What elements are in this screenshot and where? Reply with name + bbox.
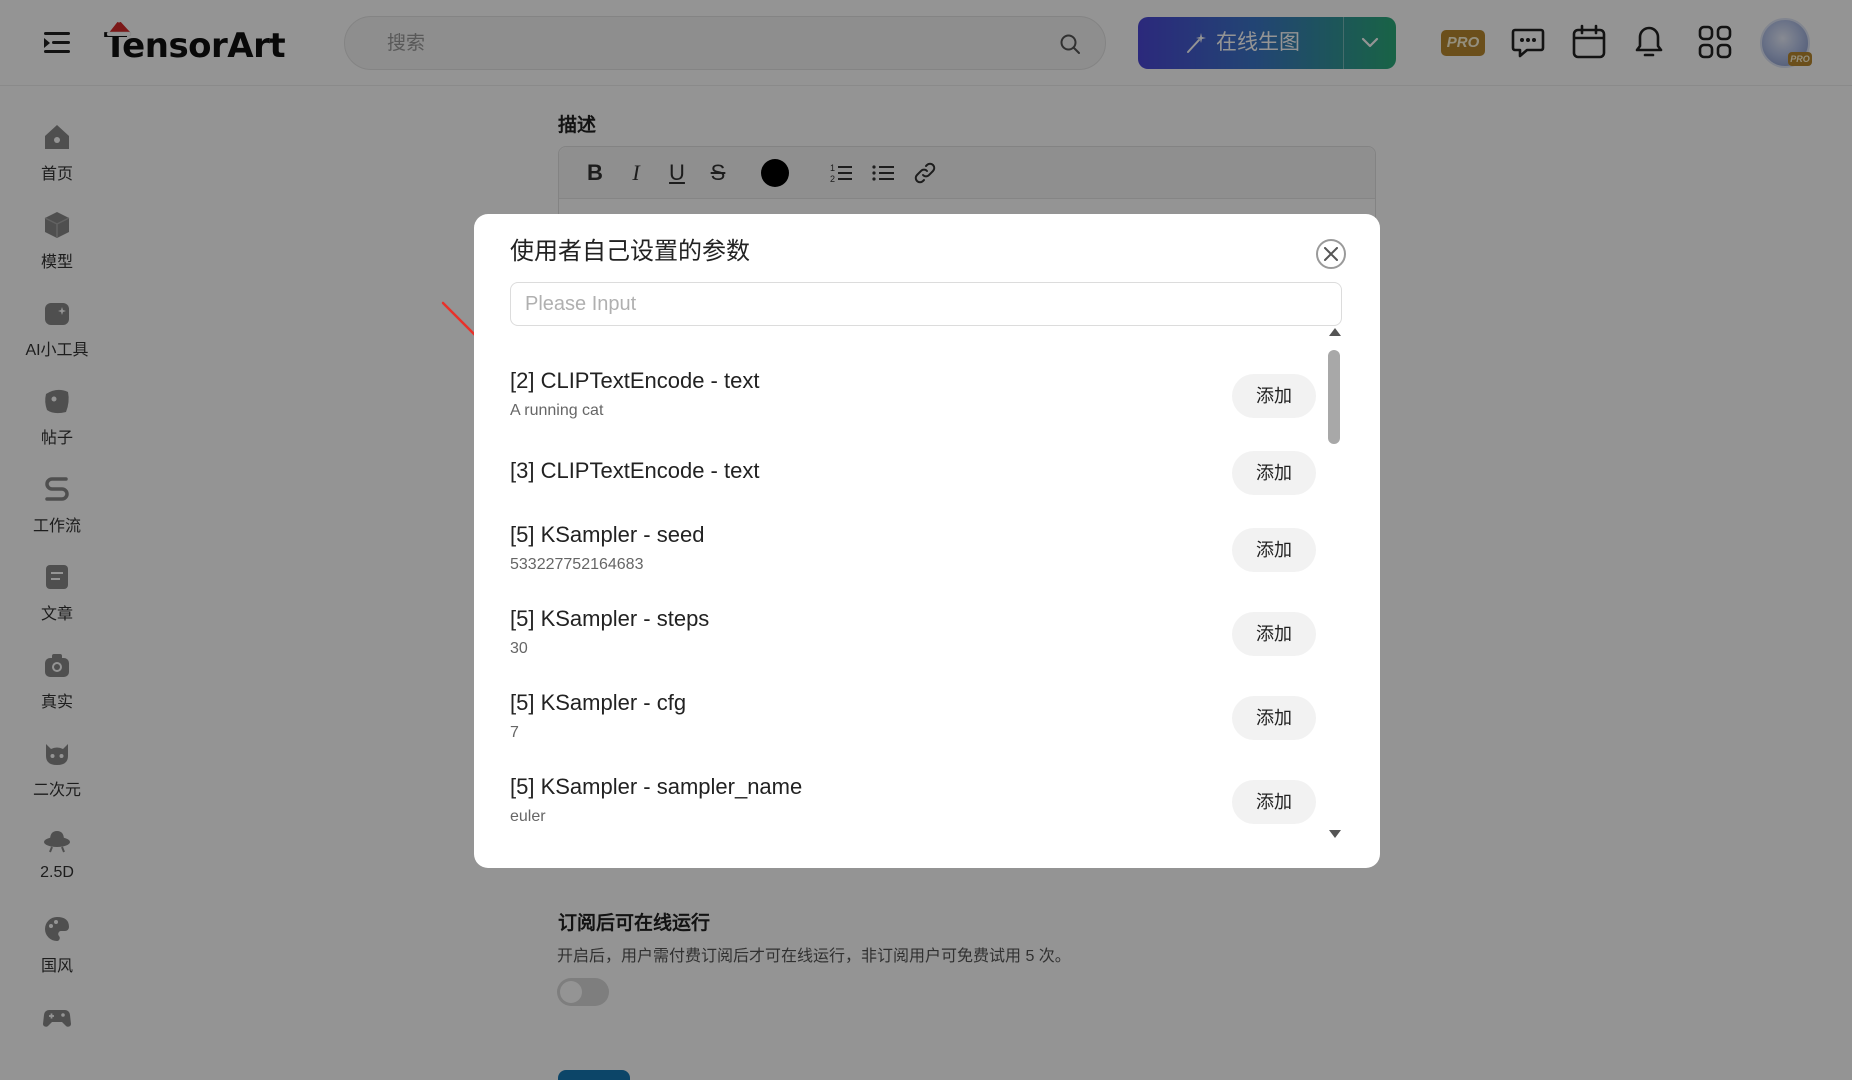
param-title: [5] KSampler - steps	[510, 606, 710, 631]
add-button[interactable]: 添加	[1232, 780, 1316, 824]
close-icon	[1324, 247, 1338, 261]
param-title: [5] KSampler - cfg	[510, 690, 687, 715]
param-value: euler	[510, 808, 546, 825]
close-button[interactable]	[1316, 239, 1346, 269]
add-button[interactable]: 添加	[1232, 612, 1316, 656]
param-value: 30	[510, 640, 528, 657]
param-title: [5] KSampler - sampler_name	[510, 774, 803, 799]
param-title: [2] CLIPTextEncode - text	[510, 368, 760, 393]
param-title: [5] KSampler - seed	[510, 522, 705, 547]
param-title: [3] CLIPTextEncode - text	[510, 458, 760, 483]
modal-title: 使用者自己设置的参数	[510, 238, 750, 265]
add-button[interactable]: 添加	[1232, 528, 1316, 572]
list-item: [2] CLIPTextEncode - text A running cat …	[510, 332, 1344, 419]
param-value: 7	[510, 724, 519, 741]
param-search-input[interactable]	[510, 282, 1342, 326]
list-item: [3] CLIPTextEncode - text 添加	[510, 416, 1344, 496]
add-button[interactable]: 添加	[1232, 374, 1316, 418]
add-button[interactable]: 添加	[1232, 451, 1316, 495]
list-item: [5] KSampler - steps 30 添加	[510, 582, 1344, 662]
scrollbar-thumb[interactable]	[1328, 350, 1340, 444]
scroll-up-icon[interactable]	[1329, 328, 1341, 336]
param-value: 533227752164683	[510, 556, 644, 573]
list-item: [5] KSampler - sampler_name euler 添加	[510, 750, 1344, 830]
param-list[interactable]: [2] CLIPTextEncode - text A running cat …	[510, 332, 1344, 852]
list-item: [5] KSampler - seed 533227752164683 添加	[510, 498, 1344, 578]
list-item: [5] KSampler - cfg 7 添加	[510, 666, 1344, 746]
params-modal: 使用者自己设置的参数 [2] CLIPTextEncode - text A r…	[474, 214, 1380, 868]
scroll-down-icon[interactable]	[1329, 830, 1341, 838]
scrollbar[interactable]	[1324, 328, 1344, 838]
add-button[interactable]: 添加	[1232, 696, 1316, 740]
